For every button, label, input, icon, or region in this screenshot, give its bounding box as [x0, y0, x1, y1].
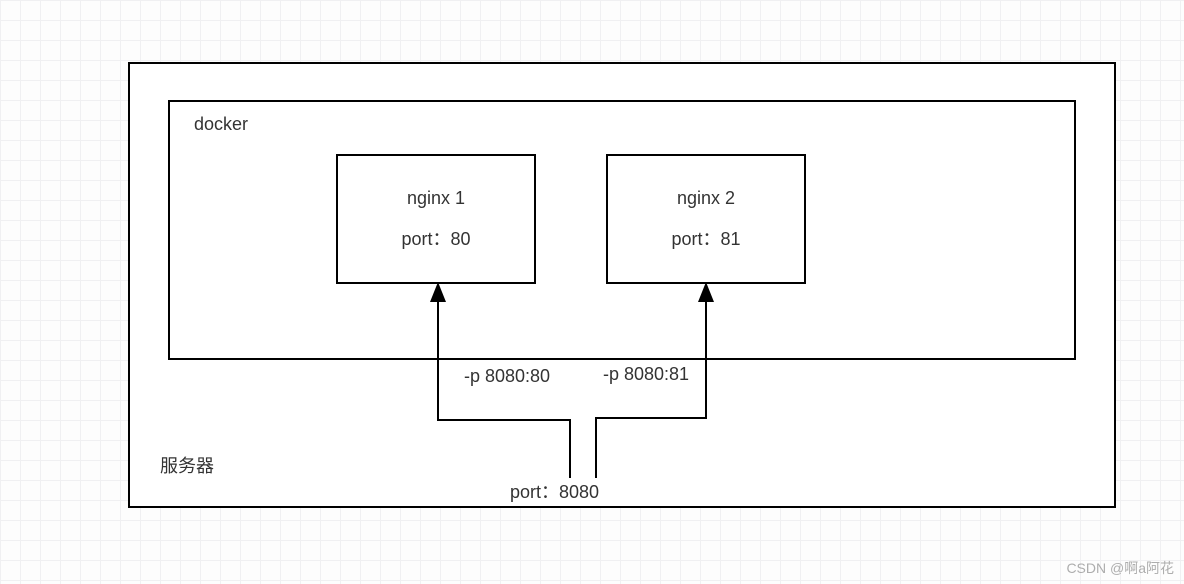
nginx2-box: nginx 2 port：81	[606, 154, 806, 284]
nginx1-box: nginx 1 port：80	[336, 154, 536, 284]
port-mapping-diagram: nginx 1 port：80 nginx 2 port：81 docker 服…	[0, 0, 1184, 584]
nginx1-title: nginx 1	[407, 188, 465, 209]
nginx2-title: nginx 2	[677, 188, 735, 209]
nginx1-mapping-label: -p 8080:80	[464, 366, 550, 387]
server-port-label: port：8080	[510, 478, 599, 504]
nginx2-port: port：81	[671, 225, 740, 251]
nginx1-port: port：80	[401, 225, 470, 251]
watermark: CSDN @啊a阿花	[1066, 558, 1174, 578]
nginx2-mapping-label: -p 8080:81	[603, 364, 689, 385]
docker-label: docker	[194, 114, 248, 135]
server-label: 服务器	[160, 452, 214, 478]
